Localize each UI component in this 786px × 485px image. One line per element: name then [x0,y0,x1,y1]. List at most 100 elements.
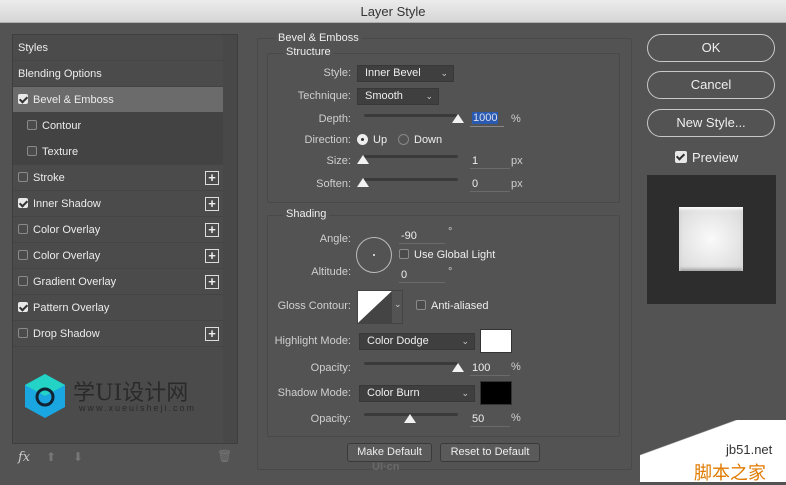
scrollbar[interactable] [223,35,237,443]
radio-label: Up [373,134,388,146]
checkbox[interactable] [675,151,687,163]
checkbox[interactable] [18,302,28,312]
depth-input[interactable]: 1000 [470,112,504,127]
move-up-icon[interactable]: ⬆ [46,450,56,464]
title-bar: Layer Style [0,0,786,23]
shadow-opacity-input[interactable]: 50 [470,412,510,427]
reset-to-default-button[interactable]: Reset to Default [440,443,540,462]
technique-dropdown[interactable]: Smooth ⌄ [357,88,439,105]
preview-checkbox[interactable]: Preview [675,150,738,165]
size-slider[interactable] [364,155,458,158]
soften-slider[interactable] [364,178,458,181]
shadow-opacity-thumb[interactable] [404,414,416,423]
radio[interactable] [398,134,409,145]
sidebar-item-pattern-overlay[interactable]: Pattern Overlay [13,295,223,321]
site-watermark: jb51.net [726,442,773,457]
sidebar-item-bevel-emboss[interactable]: Bevel & Emboss [13,87,223,113]
shadow-color-swatch[interactable] [480,381,512,405]
add-icon[interactable]: + [205,223,219,237]
radio[interactable] [357,134,368,145]
ok-button[interactable]: OK [647,34,775,62]
sidebar-item-contour[interactable]: Contour [13,113,223,139]
item-label: Drop Shadow [33,328,100,340]
item-label: Gradient Overlay [33,276,117,288]
sidebar-item-gradient-overlay[interactable]: Gradient Overlay + [13,269,223,295]
cancel-button[interactable]: Cancel [647,71,775,99]
size-slider-thumb[interactable] [357,155,369,164]
altitude-unit: ° [448,266,453,278]
highlight-mode-value: Color Dodge [367,335,429,347]
altitude-label: Altitude: [311,266,351,278]
depth-slider-thumb[interactable] [452,114,464,123]
add-icon[interactable]: + [205,275,219,289]
highlight-color-swatch[interactable] [480,329,512,353]
angle-dial[interactable] [356,237,392,273]
chevron-down-icon: ⌄ [440,68,448,78]
size-input[interactable]: 1 [470,154,510,169]
sidebar-item-color-overlay-2[interactable]: Color Overlay + [13,243,223,269]
depth-slider[interactable] [364,114,458,117]
trash-icon[interactable]: 🗑 [217,449,232,463]
checkbox[interactable] [27,146,37,156]
checkbox[interactable] [416,300,426,310]
fx-button[interactable]: fx [18,450,30,465]
highlight-opacity-slider[interactable] [364,362,458,365]
altitude-input[interactable]: 0 [399,268,445,283]
highlight-opacity-label: Opacity: [310,362,351,374]
checkbox[interactable] [18,328,28,338]
item-label: Inner Shadow [33,198,101,210]
sidebar-item-inner-shadow[interactable]: Inner Shadow + [13,191,223,217]
depth-unit: % [511,113,521,125]
add-icon[interactable]: + [205,249,219,263]
checkbox[interactable] [18,276,28,286]
depth-value: 1000 [472,112,499,124]
direction-down-radio[interactable]: Down [398,134,442,146]
radio-label: Down [414,134,443,146]
contour-preview-icon [358,291,392,323]
shadow-opacity-label: Opacity: [310,413,351,425]
soften-unit: px [511,178,523,190]
highlight-opacity-input[interactable]: 100 [470,361,510,376]
gloss-contour-label: Gloss Contour: [277,300,351,312]
add-icon[interactable]: + [205,171,219,185]
soften-slider-thumb[interactable] [357,178,369,187]
preview-thumbnail [647,175,776,304]
shadow-opacity-unit: % [511,412,521,424]
sidebar-item-blending-options[interactable]: Blending Options [13,61,223,87]
chevron-down-icon: ⌄ [461,388,469,398]
item-label: Pattern Overlay [33,302,110,314]
angle-input[interactable]: -90 [399,229,445,244]
checkbox[interactable] [18,224,28,234]
sidebar-item-stroke[interactable]: Stroke + [13,165,223,191]
watermark-logo [23,373,67,422]
sidebar-item-drop-shadow[interactable]: Drop Shadow + [13,321,223,347]
soften-input[interactable]: 0 [470,177,510,192]
checkbox[interactable] [18,94,28,104]
add-icon[interactable]: + [205,197,219,211]
style-label: Style: [323,67,351,79]
gloss-contour-picker[interactable]: ⌄ [357,290,403,324]
add-icon[interactable]: + [205,327,219,341]
highlight-mode-dropdown[interactable]: Color Dodge ⌄ [359,333,475,350]
sidebar-item-texture[interactable]: Texture [13,139,223,165]
use-global-light-checkbox[interactable]: Use Global Light [399,249,495,261]
style-dropdown[interactable]: Inner Bevel ⌄ [357,65,454,82]
make-default-button[interactable]: Make Default [347,443,432,462]
direction-up-radio[interactable]: Up [357,134,387,146]
sidebar-item-styles[interactable]: Styles [13,35,223,61]
checkbox[interactable] [18,250,28,260]
highlight-opacity-thumb[interactable] [452,363,464,372]
sidebar-item-color-overlay[interactable]: Color Overlay + [13,217,223,243]
shadow-mode-dropdown[interactable]: Color Burn ⌄ [359,385,475,402]
move-down-icon[interactable]: ⬇ [73,450,83,464]
checkbox[interactable] [399,249,409,259]
anti-aliased-checkbox[interactable]: Anti-aliased [416,300,488,312]
item-label: Stroke [33,172,65,184]
new-style-button[interactable]: New Style... [647,109,775,137]
styles-toolbar: fx ⬆ ⬇ 🗑 [12,444,238,472]
technique-label: Technique: [297,90,351,102]
item-label: Blending Options [18,68,102,80]
checkbox[interactable] [18,198,28,208]
checkbox[interactable] [18,172,28,182]
checkbox[interactable] [27,120,37,130]
